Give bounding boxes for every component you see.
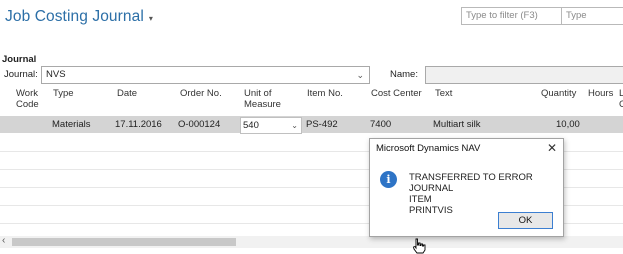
chevron-down-icon[interactable]: ▾ [149, 14, 153, 23]
message-dialog: Microsoft Dynamics NAV ✕ i TRANSFERRED T… [369, 138, 564, 237]
column-header-text[interactable]: Text [435, 88, 452, 114]
journal-label: Journal: [4, 69, 38, 80]
column-header-type[interactable]: Type [53, 88, 74, 114]
horizontal-scrollbar[interactable]: ‹ [0, 235, 623, 248]
cell-date[interactable]: 17.11.2016 [115, 116, 162, 133]
cell-item-no[interactable]: PS-492 [306, 116, 338, 133]
info-icon: i [380, 171, 397, 188]
cell-text[interactable]: Multiart silk [433, 116, 481, 133]
column-header-l[interactable]: L C [619, 88, 623, 114]
dialog-message-line: TRANSFERRED TO ERROR JOURNAL [409, 172, 533, 194]
journal-select[interactable]: NVS ⌄ [41, 66, 370, 84]
name-field[interactable] [425, 66, 623, 84]
hand-cursor-icon [412, 238, 426, 254]
cell-cost-center[interactable]: 7400 [370, 116, 391, 133]
cell-unit-of-measure[interactable]: 540 ⌄ [240, 117, 302, 134]
dialog-message-line: ITEM [409, 194, 432, 205]
journal-section-title: Journal [2, 54, 37, 65]
filter-box: Type to filter (F3) Type [461, 7, 623, 25]
close-icon[interactable]: ✕ [547, 141, 557, 155]
cell-order-no[interactable]: O-000124 [178, 116, 220, 133]
uom-value: 540 [243, 120, 259, 131]
column-header-unit-of-measure[interactable]: Unit of Measure [244, 88, 281, 114]
dialog-title: Microsoft Dynamics NAV [376, 143, 481, 154]
chevron-left-icon[interactable]: ‹ [2, 235, 5, 246]
filter-field-select[interactable]: Type [562, 8, 623, 24]
table-row[interactable]: Materials 17.11.2016 O-000124 540 ⌄ PS-4… [0, 116, 623, 134]
cell-type[interactable]: Materials [52, 116, 91, 133]
chevron-down-icon[interactable]: ⌄ [356, 67, 364, 83]
cell-quantity[interactable]: 10,00 [556, 116, 580, 133]
scrollbar-thumb[interactable] [12, 238, 236, 246]
column-header-quantity[interactable]: Quantity [541, 88, 576, 114]
column-header-item-no[interactable]: Item No. [307, 88, 343, 114]
filter-input[interactable]: Type to filter (F3) [462, 8, 562, 24]
ok-button[interactable]: OK [498, 212, 553, 229]
column-header-cost-center[interactable]: Cost Center [371, 88, 422, 114]
chevron-down-icon[interactable]: ⌄ [291, 118, 298, 133]
column-header-work-code[interactable]: Work Code [16, 88, 39, 114]
name-label: Name: [390, 69, 418, 80]
page-title[interactable]: Job Costing Journal [5, 8, 144, 26]
column-header-date[interactable]: Date [117, 88, 137, 114]
page-header: Job Costing Journal ▾ [5, 6, 153, 28]
column-header-hours[interactable]: Hours [588, 88, 613, 114]
dialog-message: TRANSFERRED TO ERROR JOURNAL ITEM PRINTV… [409, 172, 563, 216]
column-header-order-no[interactable]: Order No. [180, 88, 222, 114]
journal-value: NVS [46, 69, 66, 80]
